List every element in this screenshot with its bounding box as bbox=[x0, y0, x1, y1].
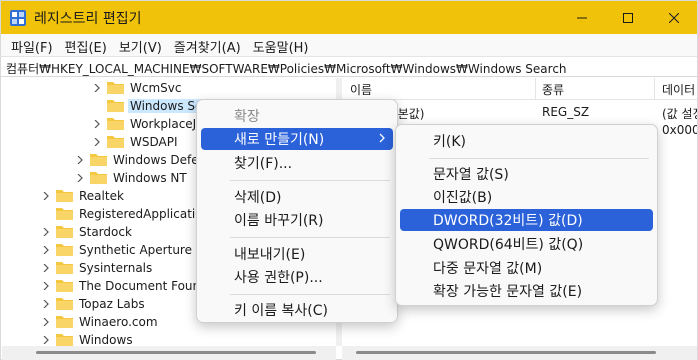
menu-item-find[interactable]: 찾기(F)... bbox=[201, 152, 393, 174]
tree-item[interactable]: RegisteredApplications bbox=[40, 204, 218, 223]
tree-item-label: Windows bbox=[79, 332, 133, 347]
tree-item[interactable]: Winaero.com bbox=[40, 312, 160, 331]
chevron-right-icon[interactable] bbox=[40, 312, 52, 331]
minimize-button[interactable] bbox=[559, 1, 605, 34]
chevron-right-icon[interactable] bbox=[40, 330, 52, 346]
folder-icon bbox=[107, 136, 124, 148]
tree-item[interactable]: Synthetic Aperture bbox=[40, 240, 194, 259]
chevron-right-icon[interactable] bbox=[40, 258, 52, 277]
maximize-button[interactable] bbox=[605, 1, 651, 34]
menu-help[interactable]: 도움말(H) bbox=[251, 34, 315, 56]
list-horizontal-scrollbar[interactable] bbox=[342, 346, 697, 360]
submenu-item-multi-string-value[interactable]: 다중 문자열 값(M) bbox=[400, 257, 653, 279]
window-title: 레지스트리 편집기 bbox=[34, 11, 142, 27]
tree-item-label: WcmSvc bbox=[130, 80, 182, 95]
folder-icon bbox=[90, 154, 107, 166]
tree-item-label: Topaz Labs bbox=[79, 296, 145, 311]
chevron-right-icon[interactable] bbox=[40, 276, 52, 295]
column-header-type[interactable]: 종류 bbox=[542, 81, 564, 98]
folder-icon bbox=[56, 262, 73, 274]
chevron-right-icon bbox=[379, 133, 385, 143]
tree-item-label: Synthetic Aperture bbox=[79, 242, 192, 257]
title-bar[interactable]: 레지스트리 편집기 bbox=[1, 1, 697, 34]
menu-bar: 파일(F) 편집(E) 보기(V) 즐겨찾기(A) 도움말(H) bbox=[1, 34, 697, 56]
close-icon bbox=[669, 12, 679, 23]
folder-icon bbox=[56, 190, 73, 202]
menu-item-rename[interactable]: 이름 바꾸기(R) bbox=[201, 209, 393, 231]
submenu-item-binary-value[interactable]: 이진값(B) bbox=[400, 186, 653, 208]
folder-icon bbox=[56, 298, 73, 310]
scrollbar-thumb[interactable] bbox=[36, 351, 316, 354]
menu-item-delete[interactable]: 삭제(D) bbox=[201, 186, 393, 208]
folder-icon bbox=[90, 172, 107, 184]
tree-item[interactable]: Stardock bbox=[40, 222, 134, 241]
menu-view[interactable]: 보기(V) bbox=[117, 34, 168, 56]
chevron-right-icon[interactable] bbox=[91, 114, 103, 133]
menu-separator bbox=[230, 180, 390, 181]
submenu-item-dword-value[interactable]: DWORD(32비트) 값(D) bbox=[400, 209, 653, 231]
menu-separator bbox=[429, 158, 649, 159]
chevron-right-icon[interactable] bbox=[40, 240, 52, 259]
folder-icon bbox=[56, 226, 73, 238]
tree-item[interactable]: Windows bbox=[40, 330, 135, 346]
minimize-icon bbox=[577, 17, 587, 18]
submenu-item-string-value[interactable]: 문자열 값(S) bbox=[400, 163, 653, 185]
tree-item[interactable]: Windows NT bbox=[74, 168, 189, 187]
value-data: 0x0000 bbox=[662, 123, 697, 137]
submenu-item-expandable-string-value[interactable]: 확장 가능한 문자열 값(E) bbox=[400, 280, 653, 302]
chevron-right-icon[interactable] bbox=[91, 78, 103, 97]
folder-icon bbox=[107, 100, 124, 112]
folder-icon bbox=[56, 334, 73, 346]
value-data: (값 설정 bbox=[662, 107, 697, 121]
column-header-data[interactable]: 데이터 bbox=[662, 81, 695, 98]
new-submenu: 키(K) 문자열 값(S) 이진값(B) DWORD(32비트) 값(D) QW… bbox=[395, 124, 658, 306]
chevron-right-icon[interactable] bbox=[74, 168, 86, 187]
chevron-right-icon[interactable] bbox=[40, 222, 52, 241]
registry-app-icon bbox=[10, 10, 26, 26]
tree-item[interactable]: Topaz Labs bbox=[40, 294, 147, 313]
tree-item-label: Stardock bbox=[79, 224, 132, 239]
folder-icon bbox=[56, 280, 73, 292]
menu-file[interactable]: 파일(F) bbox=[9, 34, 59, 56]
chevron-right-icon[interactable] bbox=[91, 132, 103, 151]
menu-item-expand: 확장 bbox=[234, 109, 260, 125]
menu-item-new[interactable]: 새로 만들기(N) bbox=[201, 128, 393, 150]
tree-item-label: Realtek bbox=[79, 188, 124, 203]
tree-item-label: Winaero.com bbox=[79, 314, 158, 329]
folder-icon bbox=[56, 208, 73, 220]
folder-icon bbox=[107, 118, 124, 130]
tree-item[interactable]: WSDAPI bbox=[91, 132, 180, 151]
tree-item-label: Windows NT bbox=[113, 170, 187, 185]
chevron-right-icon[interactable] bbox=[40, 186, 52, 205]
address-bar[interactable]: 컴퓨터₩HKEY_LOCAL_MACHINE₩SOFTWARE₩Policies… bbox=[1, 56, 697, 77]
tree-item[interactable]: WcmSvc bbox=[91, 78, 183, 97]
column-header-name[interactable]: 이름 bbox=[350, 81, 372, 98]
chevron-right-icon[interactable] bbox=[74, 150, 86, 169]
menu-separator bbox=[230, 237, 390, 238]
menu-separator bbox=[230, 294, 390, 295]
list-header: 이름 종류 데이터 bbox=[342, 78, 697, 100]
maximize-icon bbox=[623, 12, 633, 23]
tree-item[interactable]: Realtek bbox=[40, 186, 126, 205]
tree-item-label: WSDAPI bbox=[130, 134, 178, 149]
tree-horizontal-scrollbar[interactable] bbox=[2, 346, 336, 360]
tree-item-label: Sysinternals bbox=[79, 260, 153, 275]
folder-icon bbox=[107, 82, 124, 94]
menu-edit[interactable]: 편집(E) bbox=[63, 34, 113, 56]
menu-item-export[interactable]: 내보내기(E) bbox=[201, 243, 393, 265]
folder-icon bbox=[56, 244, 73, 256]
scrollbar-thumb[interactable] bbox=[356, 351, 656, 354]
chevron-right-icon[interactable] bbox=[40, 294, 52, 313]
submenu-item-key[interactable]: 키(K) bbox=[400, 130, 653, 152]
menu-item-copy-key-name[interactable]: 키 이름 복사(C) bbox=[201, 299, 393, 321]
value-type: REG_SZ bbox=[542, 105, 590, 119]
context-menu: 확장 새로 만들기(N) 찾기(F)... 삭제(D) 이름 바꾸기(R) 내보… bbox=[196, 99, 398, 323]
menu-favorites[interactable]: 즐겨찾기(A) bbox=[172, 34, 247, 56]
submenu-item-qword-value[interactable]: QWORD(64비트) 값(Q) bbox=[400, 233, 653, 255]
menu-item-permissions[interactable]: 사용 권한(P)... bbox=[201, 266, 393, 288]
folder-icon bbox=[56, 316, 73, 328]
tree-item[interactable]: Sysinternals bbox=[40, 258, 154, 277]
close-button[interactable] bbox=[651, 1, 697, 34]
